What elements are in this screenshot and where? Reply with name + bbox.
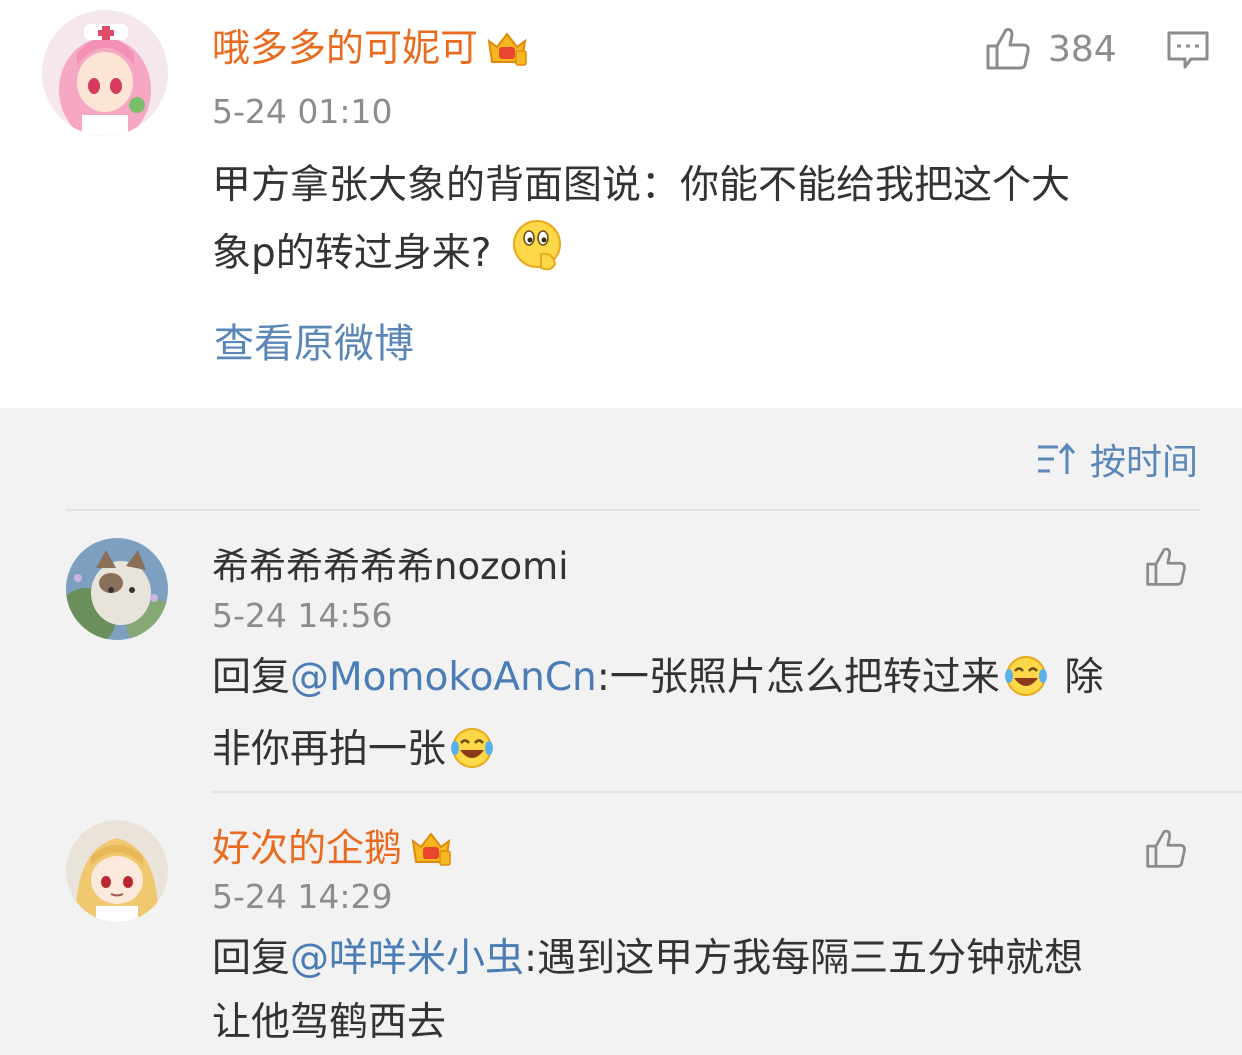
post-timestamp: 5-24 01:10: [212, 92, 393, 131]
sort-icon: [1038, 442, 1076, 474]
thumbs-up-icon: [1146, 829, 1186, 868]
post-author-name[interactable]: 哦多多的可妮可: [212, 24, 528, 78]
comment-text-segment: :遇到这甲方我每隔三五分钟就想: [524, 936, 1084, 981]
comment-author-name[interactable]: 好次的企鹅: [212, 824, 452, 878]
like-button[interactable]: [984, 24, 1034, 74]
crown-icon: [410, 829, 452, 878]
post-text-line2: 象p的转过身来?: [212, 231, 492, 276]
mention-link[interactable]: @咩咩米小虫: [290, 936, 524, 981]
thumbs-up-icon: [986, 28, 1030, 70]
comment-text-segment: 非你再拍一张: [212, 727, 447, 772]
like-button[interactable]: [1144, 826, 1190, 872]
comment-text-line: 回复@咩咩米小虫:遇到这甲方我每隔三五分钟就想: [212, 927, 1212, 991]
thumbs-up-icon: [1146, 547, 1186, 586]
post-text-line: 甲方拿张大象的背面图说：你能不能给我把这个大: [212, 163, 1071, 208]
avatar[interactable]: [42, 10, 168, 136]
like-count: 384: [1048, 29, 1117, 70]
reply-prefix: 回复: [212, 936, 291, 981]
post-text-line: 象p的转过身来?: [212, 218, 1222, 294]
post-text: 甲方拿张大象的背面图说：你能不能给我把这个大 象p的转过身来?: [212, 154, 1222, 294]
avatar[interactable]: [66, 820, 168, 922]
comment-button[interactable]: [1166, 30, 1210, 72]
comment-text-segment: 除: [1051, 655, 1104, 700]
comment-timestamp: 5-24 14:56: [212, 596, 393, 635]
thinking-emoji: [509, 218, 565, 294]
comment-icon: [1167, 31, 1209, 69]
sort-label: 按时间: [1090, 442, 1199, 483]
comment-text-line: 让他驾鹤西去: [212, 1000, 447, 1045]
comment-text-line: 回复@MomokoAnCn:一张照片怎么把转过来 除: [212, 646, 1212, 718]
comment-text-segment: :一张照片怎么把转过来: [596, 655, 1000, 700]
divider: [66, 509, 1200, 511]
reply-prefix: 回复: [212, 655, 291, 700]
view-original-weibo-link[interactable]: 查看原微博: [214, 318, 414, 370]
comment-timestamp: 5-24 14:29: [212, 877, 393, 916]
comment-text-line: 非你再拍一张: [212, 718, 1212, 790]
post-author-label: 哦多多的可妮可: [212, 26, 479, 70]
mention-link[interactable]: @MomokoAnCn: [290, 655, 597, 700]
laughing-crying-emoji: [450, 726, 494, 790]
comment-author-name[interactable]: 希希希希希希nozomi: [212, 543, 568, 591]
sort-by-time-button[interactable]: 按时间: [1036, 436, 1199, 483]
divider: [212, 791, 1242, 793]
crown-icon: [486, 29, 528, 78]
comment-text: 回复@咩咩米小虫:遇到这甲方我每隔三五分钟就想 让他驾鹤西去: [212, 927, 1212, 1055]
like-button[interactable]: [1144, 544, 1190, 590]
laughing-crying-emoji: [1004, 654, 1048, 718]
comment-author-label: 好次的企鹅: [212, 826, 403, 870]
comment-text: 回复@MomokoAnCn:一张照片怎么把转过来 除 非你再拍一张: [212, 646, 1212, 790]
avatar[interactable]: [66, 538, 168, 640]
original-post-card: 哦多多的可妮可 5-24 01:10 384 甲方拿张大象的背面图说：你能不能给…: [0, 0, 1242, 408]
